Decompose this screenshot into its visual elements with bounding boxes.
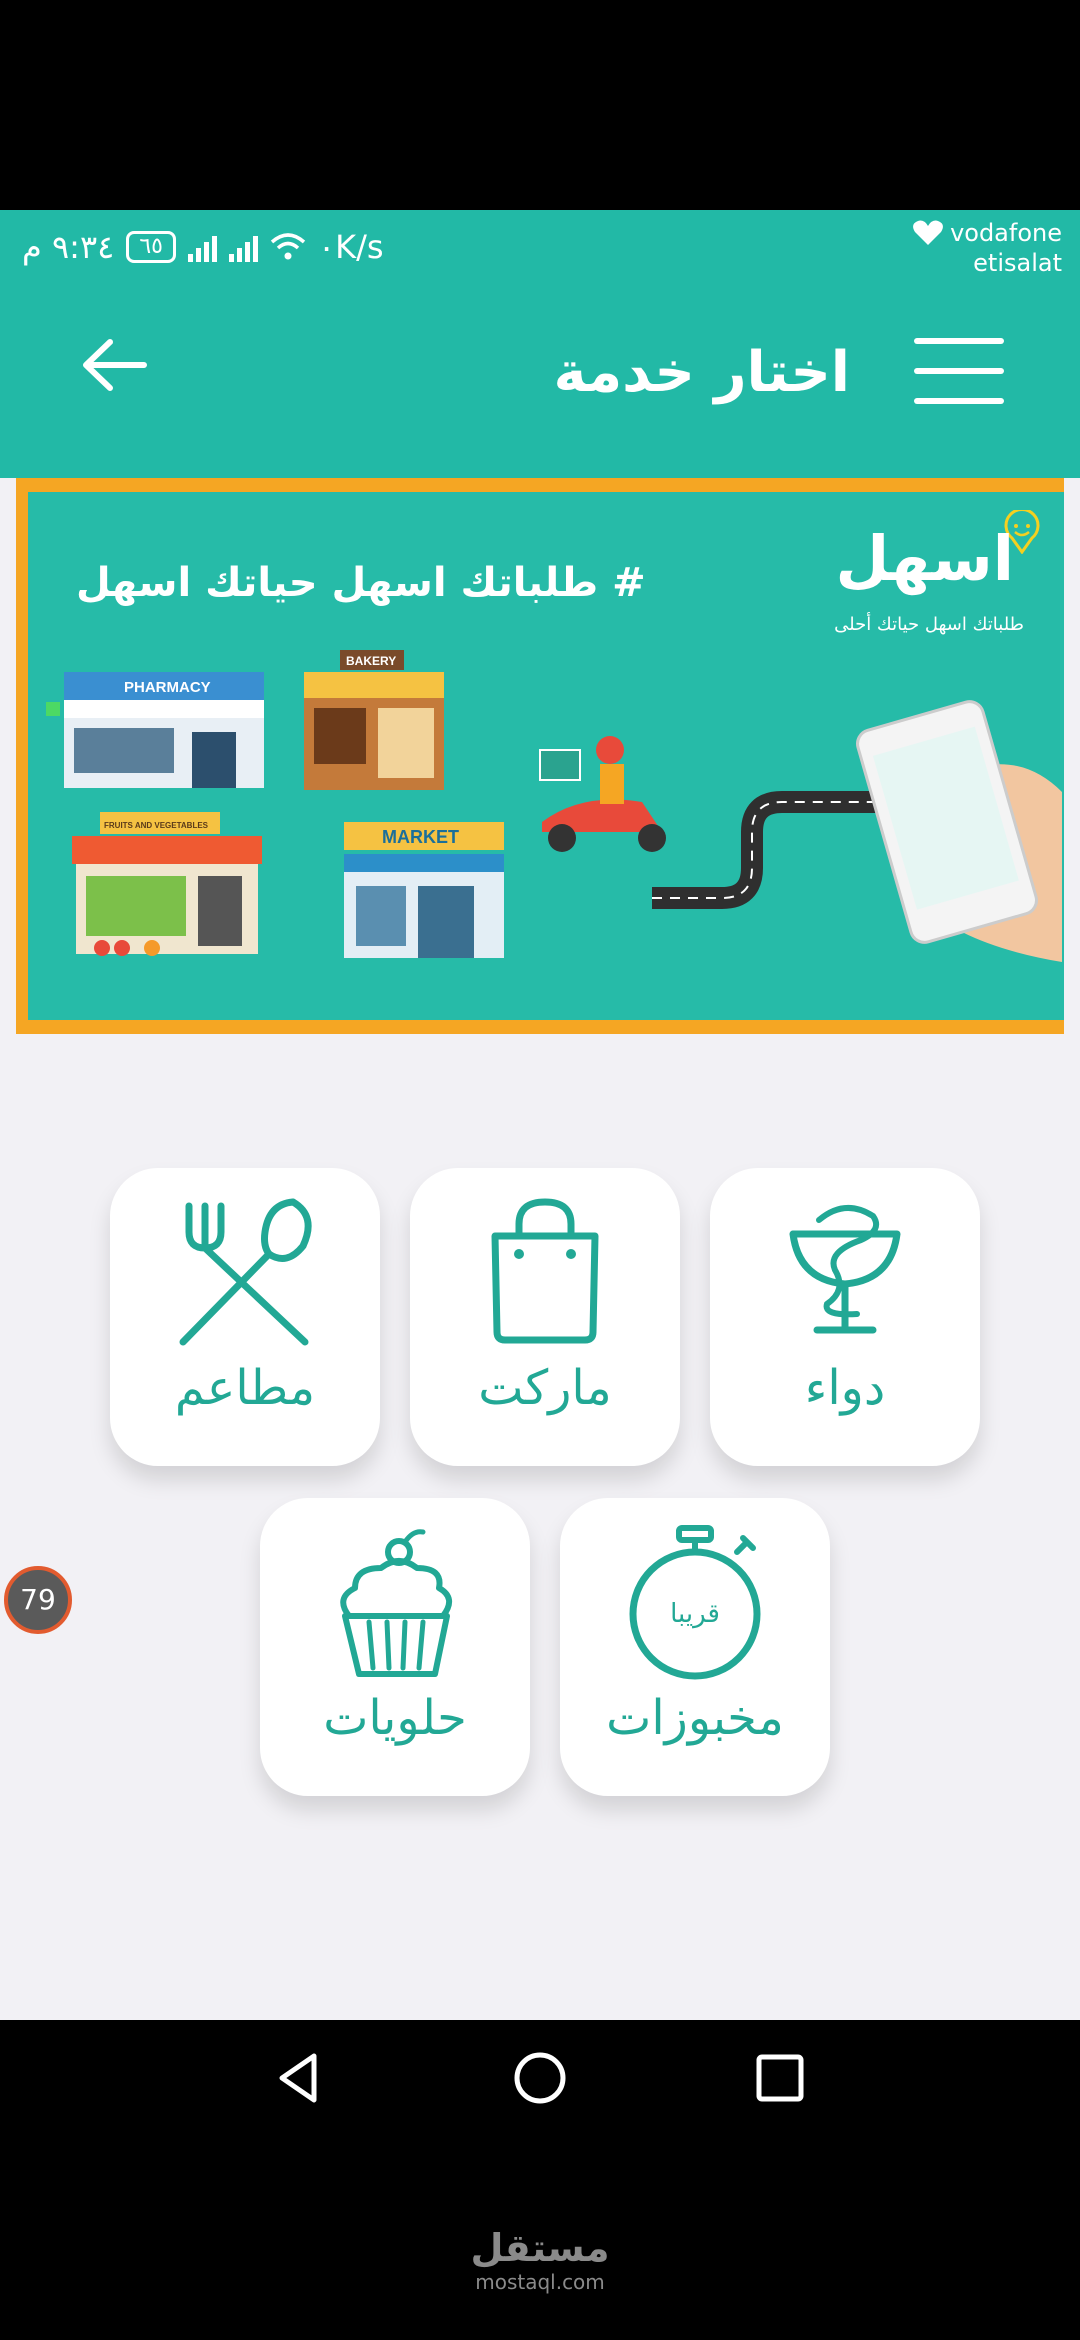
status-left: ٩:٣٤ م ٦٥ ٠K/s <box>22 228 384 266</box>
service-label: دواء <box>804 1360 886 1416</box>
service-card-pharmacy[interactable]: دواء <box>710 1168 980 1466</box>
promo-banner[interactable]: # طلباتك اسهل حياتك اسهل اسهل طلباتك اسه… <box>16 478 1064 1034</box>
watermark-arabic: مستقل <box>470 2226 610 2270</box>
coming-soon-badge: قريبا <box>670 1599 720 1629</box>
clock: ٩:٣٤ م <box>22 228 115 266</box>
nav-back-icon[interactable] <box>270 2048 330 2108</box>
app-screen: ٩:٣٤ م ٦٥ ٠K/s vodafone etisalat اختار خ… <box>0 210 1080 2020</box>
carrier-2: etisalat <box>973 249 1062 277</box>
app-bar: ٩:٣٤ م ٦٥ ٠K/s vodafone etisalat اختار خ… <box>0 210 1080 478</box>
signal-icon-2 <box>228 232 258 262</box>
service-card-sweets[interactable]: حلويات <box>260 1498 530 1796</box>
road <box>652 791 912 909</box>
banner-illustration: PHARMACY BAKERY FRUITS AND VEGETABLES MA… <box>46 650 1062 962</box>
fruits-shop: FRUITS AND VEGETABLES <box>72 812 262 956</box>
net-speed: ٠K/s <box>317 228 384 266</box>
brand-logo: اسهل <box>835 522 1015 595</box>
battery-icon: ٦٥ <box>126 231 176 263</box>
banner-tagline: # طلباتك اسهل حياتك اسهل <box>76 560 646 606</box>
bakery-shop: BAKERY <box>304 650 444 790</box>
carrier-info: vodafone etisalat <box>912 218 1062 278</box>
signal-icon <box>187 232 217 262</box>
cupcake-icon <box>340 1529 452 1677</box>
nav-recents-icon[interactable] <box>750 2048 810 2108</box>
fruits-sign: FRUITS AND VEGETABLES <box>104 821 209 830</box>
system-nav-bar <box>0 2020 1080 2130</box>
service-card-market[interactable]: ماركت <box>410 1168 680 1466</box>
menu-button[interactable] <box>910 332 1008 410</box>
pharmacy-shop: PHARMACY <box>46 672 264 788</box>
stopwatch-icon: قريبا <box>629 1525 761 1680</box>
bakery-sign: BAKERY <box>346 654 396 668</box>
service-label: مطاعم <box>174 1360 316 1416</box>
service-label: حلويات <box>323 1690 467 1746</box>
back-button[interactable] <box>74 330 154 400</box>
market-shop: MARKET <box>344 822 504 958</box>
market-sign: MARKET <box>382 827 459 847</box>
shopping-bag-icon <box>491 1198 599 1344</box>
pharmacy-icon <box>789 1205 901 1334</box>
carrier-1: vodafone <box>950 219 1062 247</box>
watermark: مستقل mostaql.com <box>0 2226 1080 2294</box>
service-card-bakery[interactable]: قريبا مخبوزات <box>560 1498 830 1796</box>
delivery-scooter <box>539 736 666 852</box>
arrow-back-icon <box>83 339 147 391</box>
service-card-restaurants[interactable]: مطاعم <box>110 1168 380 1466</box>
pharmacy-sign: PHARMACY <box>124 679 211 696</box>
wifi-icon <box>270 233 306 260</box>
menu-icon <box>914 338 1004 344</box>
watermark-latin: mostaql.com <box>475 2270 605 2294</box>
phone-in-hand <box>856 700 1062 962</box>
chat-head-bubble[interactable]: 79 <box>4 1566 72 1634</box>
service-label: مخبوزات <box>606 1690 784 1746</box>
fork-spoon-icon <box>179 1198 312 1346</box>
nav-home-icon[interactable] <box>510 2048 570 2108</box>
status-bar: ٩:٣٤ م ٦٥ ٠K/s vodafone etisalat <box>0 210 1080 300</box>
heart-icon <box>913 220 943 245</box>
service-label: ماركت <box>478 1360 612 1416</box>
page-title: اختار خدمة <box>553 340 850 405</box>
